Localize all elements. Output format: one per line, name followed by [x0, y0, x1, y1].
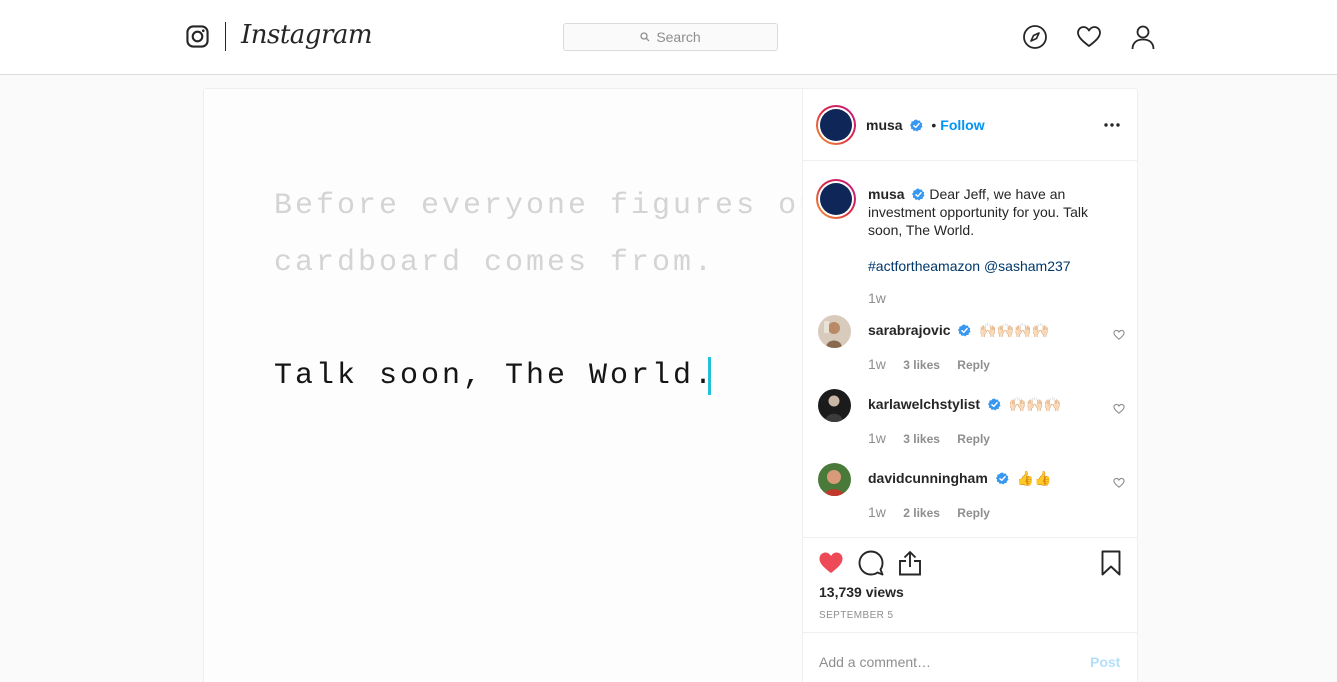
comment-item: karlawelchstylist 🙌🏻🙌🏻🙌🏻 1w 3 likes Repl…: [803, 389, 1138, 463]
comment-time[interactable]: 1w: [868, 504, 886, 520]
comment-input[interactable]: Add a comment…: [819, 654, 931, 670]
comment-username[interactable]: sarabrajovic: [868, 322, 951, 338]
verified-badge-icon: [995, 472, 1009, 485]
search-icon: [640, 32, 650, 42]
media-text-line-3: Talk soon, The World.: [274, 359, 716, 393]
profile-icon[interactable]: [1130, 24, 1156, 50]
comment-like-heart-icon[interactable]: [1113, 329, 1125, 341]
post-date[interactable]: SEPTEMBER 5: [819, 610, 893, 621]
comment-text: karlawelchstylist 🙌🏻🙌🏻🙌🏻: [868, 396, 1061, 413]
post-caption: musa Dear Jeff, we have an investment op…: [868, 185, 1118, 275]
follow-button[interactable]: Follow: [940, 117, 984, 133]
comment-item: sarabrajovic 🙌🏻🙌🏻🙌🏻🙌🏻 1w 3 likes Reply: [803, 315, 1138, 389]
comment-meta: 1w 3 likes Reply: [868, 430, 1004, 446]
caption-username[interactable]: musa: [868, 186, 905, 202]
media-text-line-2: cardboard comes from.: [274, 246, 716, 280]
author-avatar[interactable]: [816, 105, 856, 145]
logo-divider: [225, 22, 226, 51]
caption-timestamp[interactable]: 1w: [868, 290, 886, 306]
verified-badge-icon: [987, 398, 1001, 411]
share-icon[interactable]: [898, 550, 922, 576]
comment-likes[interactable]: 3 likes: [903, 432, 940, 446]
comment-emoji: 🙌🏻🙌🏻🙌🏻: [1008, 397, 1062, 413]
comment-bubble-icon[interactable]: [858, 550, 884, 576]
commenter-avatar[interactable]: [818, 315, 851, 348]
author-line: musa • Follow: [866, 117, 985, 133]
reply-button[interactable]: Reply: [957, 358, 990, 372]
comment-time[interactable]: 1w: [868, 356, 886, 372]
separator-dot: •: [931, 117, 937, 133]
comment-meta: 1w 3 likes Reply: [868, 356, 1004, 372]
comment-time[interactable]: 1w: [868, 430, 886, 446]
typing-cursor: [708, 357, 711, 395]
comment-likes[interactable]: 3 likes: [903, 358, 940, 372]
save-bookmark-icon[interactable]: [1101, 550, 1121, 576]
search-placeholder: Search: [656, 29, 701, 45]
comment-meta: 1w 2 likes Reply: [868, 504, 1004, 520]
comment-username[interactable]: davidcunningham: [868, 470, 988, 486]
commenter-avatar[interactable]: [818, 389, 851, 422]
instagram-wordmark[interactable]: Instagram: [241, 20, 373, 50]
author-username[interactable]: musa: [866, 117, 903, 133]
reply-button[interactable]: Reply: [957, 506, 990, 520]
view-count[interactable]: 13,739 views: [819, 584, 904, 600]
comment-like-heart-icon[interactable]: [1113, 477, 1125, 489]
post-comment-button[interactable]: Post: [1090, 654, 1120, 670]
verified-badge-icon: [910, 119, 924, 132]
post-sidebar: musa • Follow musa Dear Jeff, we have an …: [803, 89, 1138, 682]
add-comment-bar: Add a comment… Post: [803, 632, 1138, 682]
comment-emoji: 🙌🏻🙌🏻🙌🏻🙌🏻: [979, 323, 1050, 339]
comment-like-heart-icon[interactable]: [1113, 403, 1125, 415]
instagram-glyph-icon[interactable]: [186, 25, 209, 48]
verified-badge-icon: [912, 188, 926, 201]
activity-heart-icon[interactable]: [1076, 24, 1102, 50]
comment-likes[interactable]: 2 likes: [903, 506, 940, 520]
media-text-line-1: Before everyone figures out where all th…: [274, 189, 802, 223]
post-actions: 13,739 views SEPTEMBER 5: [803, 537, 1138, 633]
caption-author-avatar[interactable]: [816, 179, 856, 219]
post-header: musa • Follow: [803, 89, 1138, 161]
comment-item: davidcunningham 👍👍 1w 2 likes Reply: [803, 463, 1138, 537]
caption-hashtags[interactable]: #actfortheamazon @sasham237: [868, 257, 1118, 275]
explore-compass-icon[interactable]: [1022, 24, 1048, 50]
comment-text: davidcunningham 👍👍: [868, 470, 1051, 487]
comment-username[interactable]: karlawelchstylist: [868, 396, 980, 412]
post-media[interactable]: Before everyone figures out where all th…: [204, 89, 803, 682]
commenter-avatar[interactable]: [818, 463, 851, 496]
like-heart-icon[interactable]: [818, 550, 844, 576]
top-nav: Instagram Search: [0, 0, 1337, 75]
more-options-icon[interactable]: [1103, 122, 1121, 128]
comments-list[interactable]: musa Dear Jeff, we have an investment op…: [803, 161, 1138, 537]
reply-button[interactable]: Reply: [957, 432, 990, 446]
verified-badge-icon: [958, 324, 971, 337]
post-card: Before everyone figures out where all th…: [203, 88, 1138, 682]
search-input[interactable]: Search: [563, 23, 778, 51]
comment-emoji: 👍👍: [1016, 471, 1052, 487]
comment-text: sarabrajovic 🙌🏻🙌🏻🙌🏻🙌🏻: [868, 322, 1049, 339]
